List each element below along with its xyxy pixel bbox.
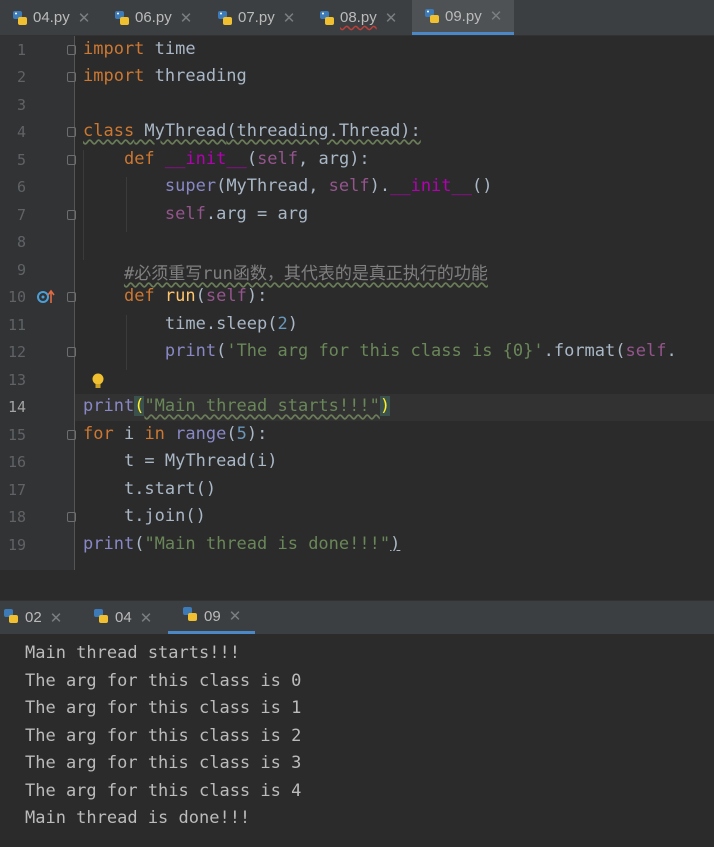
tab-label: 04.py	[33, 9, 70, 26]
code-line-18: t.join()	[123, 506, 206, 526]
tab-04-py[interactable]: 04.py ✕	[12, 0, 90, 35]
python-file-icon	[12, 10, 28, 26]
console-line: The arg for this class is 0	[25, 671, 302, 691]
line-number: 4	[16, 123, 26, 141]
run-tab-label: 04	[115, 609, 132, 626]
override-method-icon[interactable]	[36, 289, 56, 309]
line-number: 6	[16, 178, 26, 196]
lightbulb-icon[interactable]	[91, 373, 105, 395]
close-icon[interactable]: ✕	[283, 9, 296, 27]
console-line: The arg for this class is 3	[25, 753, 302, 773]
tab-08-py[interactable]: 08.py ✕	[319, 0, 397, 35]
fold-marker[interactable]	[67, 127, 76, 137]
line-number: 2	[16, 68, 26, 86]
code-line-10: def run(self):	[123, 286, 268, 306]
close-icon[interactable]: ✕	[50, 609, 63, 627]
line-number: 17	[7, 481, 26, 499]
code-line-5: def __init__(self, arg):	[123, 149, 370, 169]
run-tab-04[interactable]: 04 ✕	[93, 601, 152, 634]
python-file-icon	[93, 608, 109, 628]
line-number: 3	[16, 96, 26, 114]
line-number: 12	[7, 343, 26, 361]
fold-marker[interactable]	[67, 45, 76, 55]
run-tab-bar: 02 ✕ 04 ✕ 09 ✕	[0, 600, 714, 634]
code-line-11: time.sleep(2)	[164, 314, 298, 334]
fold-marker[interactable]	[67, 512, 76, 522]
code-line-19: print("Main thread is done!!!")	[83, 534, 401, 554]
close-icon[interactable]: ✕	[490, 7, 503, 25]
python-file-icon	[424, 8, 440, 24]
fold-marker[interactable]	[67, 292, 76, 302]
close-icon[interactable]: ✕	[180, 9, 193, 27]
code-line-12: print('The arg for this class is {0}'.fo…	[164, 341, 677, 361]
fold-marker[interactable]	[67, 155, 76, 165]
fold-marker[interactable]	[67, 72, 76, 82]
tab-label: 06.py	[135, 9, 172, 26]
line-number: 11	[7, 316, 26, 334]
fold-marker[interactable]	[67, 430, 76, 440]
line-number: 15	[7, 426, 26, 444]
line-number: 13	[7, 371, 26, 389]
tab-label: 07.py	[238, 9, 275, 26]
python-file-icon	[217, 10, 233, 26]
close-icon[interactable]: ✕	[78, 9, 91, 27]
editor-tab-bar: 04.py ✕ 06.py ✕ 07.py ✕ 08.py ✕ 09.py ✕	[0, 0, 714, 36]
line-number: 16	[7, 453, 26, 471]
tab-label: 09.py	[445, 7, 482, 25]
code-line-7: self.arg = arg	[164, 204, 309, 224]
tab-label: 08.py	[340, 9, 377, 26]
tab-09-py[interactable]: 09.py ✕	[412, 0, 515, 35]
tab-07-py[interactable]: 07.py ✕	[217, 0, 295, 35]
console-line: The arg for this class is 2	[25, 726, 302, 746]
code-line-15: for i in range(5):	[83, 424, 268, 444]
code-line-16: t = MyThread(i)	[123, 451, 278, 471]
run-tab-label: 09	[204, 607, 221, 625]
console-line: The arg for this class is 4	[25, 781, 302, 801]
run-tab-02[interactable]: 02 ✕	[3, 601, 62, 634]
line-number: 8	[16, 233, 26, 251]
line-number: 7	[16, 206, 26, 224]
line-number: 5	[16, 151, 26, 169]
close-icon[interactable]: ✕	[229, 607, 242, 625]
line-number: 1	[16, 41, 26, 59]
tab-06-py[interactable]: 06.py ✕	[114, 0, 192, 35]
run-tab-label: 02	[25, 609, 42, 626]
line-number: 10	[7, 288, 26, 306]
line-number: 9	[16, 261, 26, 279]
fold-marker[interactable]	[67, 210, 76, 220]
line-number: 19	[7, 536, 26, 554]
close-icon[interactable]: ✕	[385, 9, 398, 27]
python-file-icon	[182, 606, 198, 626]
python-file-icon	[114, 10, 130, 26]
code-line-4: class MyThread(threading.Thread):	[83, 121, 421, 141]
code-editor[interactable]: 1 2 3 4 5 6 7 8 9 10 11 12 13 14 15 16 1…	[0, 36, 714, 570]
code-line-2: import threading	[83, 66, 247, 86]
close-icon[interactable]: ✕	[140, 609, 153, 627]
code-line-6: super(MyThread, self).__init__()	[164, 176, 493, 196]
console-line: The arg for this class is 1	[25, 698, 302, 718]
code-line-17: t.start()	[123, 479, 217, 499]
run-console[interactable]: Main thread starts!!! The arg for this c…	[0, 634, 714, 847]
code-line-9: #必须重写run函数，其代表的是真正执行的功能	[123, 264, 488, 284]
python-file-icon	[319, 10, 335, 26]
console-line: Main thread starts!!!	[25, 643, 240, 663]
line-number: 18	[7, 508, 26, 526]
line-number: 14	[7, 398, 26, 416]
console-line: Main thread is done!!!	[25, 808, 251, 828]
run-tab-09[interactable]: 09 ✕	[168, 601, 256, 634]
code-line-14: print("Main thread starts!!!")	[83, 396, 391, 416]
fold-marker[interactable]	[67, 347, 76, 357]
python-file-icon	[3, 608, 19, 628]
code-line-1: import time	[83, 39, 196, 59]
gutter: 1 2 3 4 5 6 7 8 9 10 11 12 13 14 15 16 1…	[0, 36, 76, 570]
